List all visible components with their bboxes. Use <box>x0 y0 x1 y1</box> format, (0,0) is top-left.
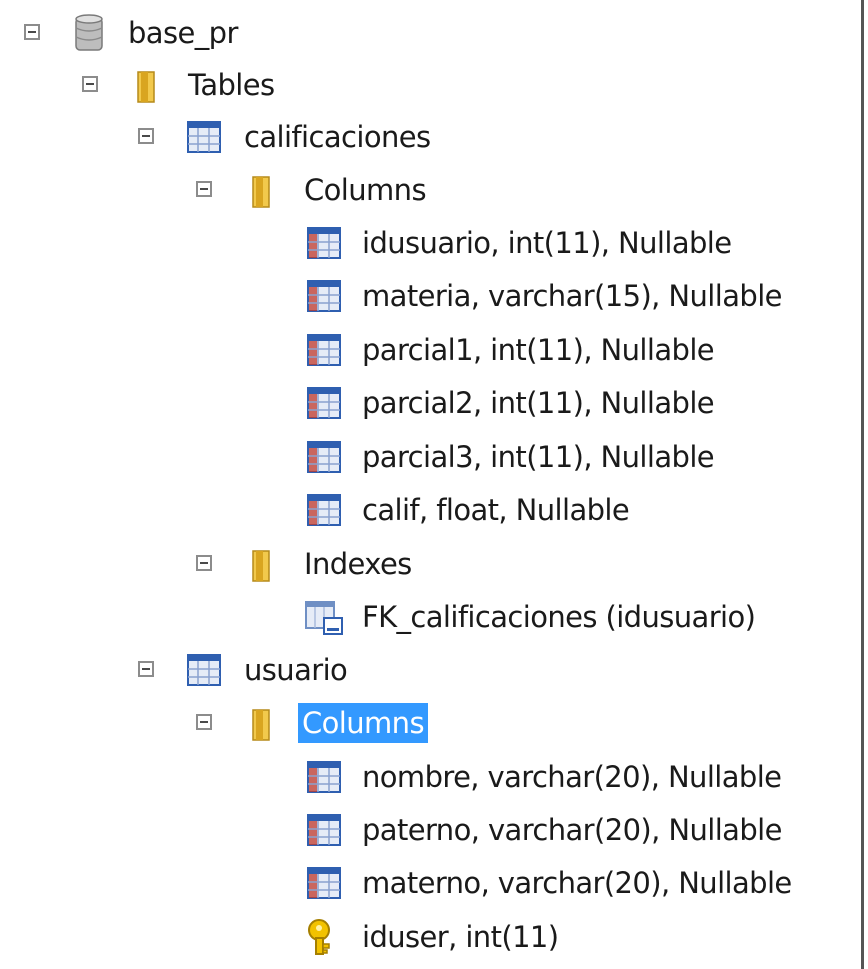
tree-node-column[interactable]: parcial1, int(11), Nullable <box>0 325 858 375</box>
column-icon <box>307 227 341 259</box>
tree-node-label: materno, varchar(20), Nullable <box>362 866 792 900</box>
tree-node-label: Indexes <box>304 547 412 581</box>
tree-node-label: parcial2, int(11), Nullable <box>362 386 715 420</box>
column-icon <box>307 494 341 526</box>
column-icon <box>307 334 341 366</box>
folder-icon <box>252 709 270 741</box>
column-icon <box>307 387 341 419</box>
column-icon <box>307 867 341 899</box>
database-icon <box>75 14 103 51</box>
tree-node-label: usuario <box>244 653 348 687</box>
object-explorer-tree[interactable]: base_pr Tables calificaciones Columns id… <box>0 0 860 969</box>
table-icon <box>187 121 221 153</box>
tree-node-column[interactable]: materno, varchar(20), Nullable <box>0 858 858 908</box>
tree-node-label: calificaciones <box>244 120 431 154</box>
folder-icon <box>252 550 270 582</box>
tree-node-columns-folder-selected[interactable]: Columns <box>0 698 480 748</box>
tree-node-label: Columns <box>298 703 428 743</box>
tree-node-tables-folder[interactable]: Tables <box>0 60 320 110</box>
folder-icon <box>137 71 155 103</box>
tree-node-label: materia, varchar(15), Nullable <box>362 279 782 313</box>
tree-node-label: FK_calificaciones (idusuario) <box>362 600 756 634</box>
tree-node-table-usuario[interactable]: usuario <box>0 645 500 695</box>
tree-node-column[interactable]: parcial3, int(11), Nullable <box>0 432 858 482</box>
collapse-expander[interactable] <box>138 128 154 144</box>
collapse-expander[interactable] <box>196 181 212 197</box>
tree-node-column[interactable]: parcial2, int(11), Nullable <box>0 378 858 428</box>
tree-node-indexes-folder[interactable]: Indexes <box>0 539 480 589</box>
collapse-expander[interactable] <box>196 555 212 571</box>
collapse-expander[interactable] <box>138 661 154 677</box>
tree-node-column[interactable]: paterno, varchar(20), Nullable <box>0 805 858 855</box>
collapse-expander[interactable] <box>196 714 212 730</box>
tree-node-label: parcial3, int(11), Nullable <box>362 440 715 474</box>
primary-key-icon <box>308 919 330 955</box>
tree-node-label: base_pr <box>128 16 238 50</box>
column-icon <box>307 441 341 473</box>
tree-node-label: parcial1, int(11), Nullable <box>362 333 715 367</box>
tree-node-column[interactable]: nombre, varchar(20), Nullable <box>0 752 858 802</box>
tree-node-index[interactable]: FK_calificaciones (idusuario) <box>0 592 858 642</box>
tree-node-column[interactable]: idusuario, int(11), Nullable <box>0 218 858 268</box>
tree-node-label: Tables <box>188 68 275 102</box>
folder-icon <box>252 176 270 208</box>
table-icon <box>187 654 221 686</box>
tree-node-columns-folder[interactable]: Columns <box>0 165 480 215</box>
tree-node-label: idusuario, int(11), Nullable <box>362 226 732 260</box>
tree-node-label: nombre, varchar(20), Nullable <box>362 760 782 794</box>
index-icon <box>305 601 343 635</box>
tree-node-database[interactable]: base_pr <box>0 8 300 58</box>
tree-node-label: Columns <box>304 173 427 207</box>
panel-border <box>861 0 864 969</box>
tree-node-column[interactable]: calif, float, Nullable <box>0 485 858 535</box>
column-icon <box>307 280 341 312</box>
tree-node-label: paterno, varchar(20), Nullable <box>362 813 782 847</box>
tree-node-label: calif, float, Nullable <box>362 493 630 527</box>
tree-node-column-primary-key[interactable]: iduser, int(11) <box>0 912 858 962</box>
tree-node-label: iduser, int(11) <box>362 920 559 954</box>
column-icon <box>307 761 341 793</box>
collapse-expander[interactable] <box>82 76 98 92</box>
collapse-expander[interactable] <box>24 24 40 40</box>
tree-node-table-calificaciones[interactable]: calificaciones <box>0 112 500 162</box>
column-icon <box>307 814 341 846</box>
tree-node-column[interactable]: materia, varchar(15), Nullable <box>0 271 858 321</box>
